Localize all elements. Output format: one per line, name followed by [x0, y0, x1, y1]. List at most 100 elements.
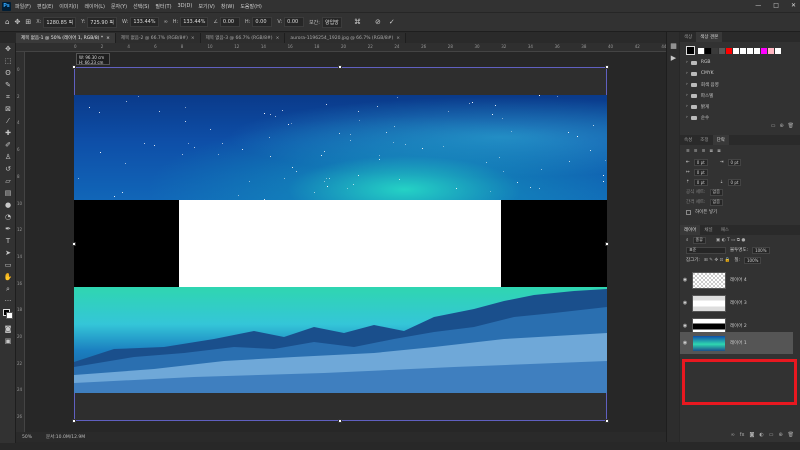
reference-point-icon[interactable]: ⊞	[25, 18, 31, 26]
hyphenate-checkbox[interactable]	[686, 210, 691, 215]
lock-icons[interactable]: ⊞ ✎ ✥ ⊡ 🔒	[704, 258, 730, 263]
close-icon[interactable]: ×	[396, 36, 400, 41]
play-actions-icon[interactable]: ▶	[667, 52, 680, 64]
new-group-icon[interactable]: ▭	[769, 432, 774, 438]
hskew-field[interactable]: 0.00	[252, 17, 272, 27]
x-field[interactable]: 1280.85 픽	[43, 17, 76, 28]
justify-icon[interactable]: ≣	[709, 149, 713, 154]
quick-mask-icon[interactable]: ◙	[0, 323, 16, 335]
ruler-vertical[interactable]: 0 2 4 6 8 10 12 14 16 18 20 22 24 26	[16, 52, 25, 432]
transform-handle-bottom-left[interactable]	[72, 419, 76, 423]
swatch[interactable]	[712, 48, 718, 54]
blend-mode-select[interactable]: 표준	[686, 247, 726, 254]
transform-handle-top-left[interactable]	[72, 65, 76, 69]
swatch-group-light[interactable]: › 밝게	[680, 101, 800, 112]
move-tool-options-icon[interactable]: ✥	[14, 18, 20, 26]
zoom-tool-icon[interactable]: ⌕	[0, 283, 16, 295]
opacity-field[interactable]: 100%	[752, 247, 769, 254]
space-after-field[interactable]: 0 pt	[728, 179, 742, 186]
zoom-level[interactable]: 50%	[22, 435, 32, 440]
shape-tool-icon[interactable]: ▭	[0, 259, 16, 271]
fill-field[interactable]: 100%	[744, 257, 761, 264]
close-button[interactable]: ✕	[791, 2, 796, 9]
tab-paths[interactable]: 패스	[717, 225, 733, 235]
tab-document-4[interactable]: aurora-1196254_1920.jpg @ 66.7% (RGB/8#)…	[285, 33, 406, 43]
warp-icon[interactable]: ⌘	[354, 18, 361, 26]
transform-handle-middle-left[interactable]	[72, 242, 76, 246]
y-field[interactable]: 725.90 픽	[87, 17, 117, 28]
screen-mode-icon[interactable]: ▣	[0, 335, 16, 347]
swatch[interactable]	[775, 48, 781, 54]
layer-kind-select[interactable]: 종류	[693, 237, 706, 244]
transform-handle-top-right[interactable]	[605, 65, 609, 69]
transform-handle-middle-right[interactable]	[605, 242, 609, 246]
menu-edit[interactable]: 편집(E)	[37, 3, 53, 10]
height-field[interactable]: 133.44%	[180, 17, 208, 27]
gradient-tool-icon[interactable]: ▤	[0, 187, 16, 199]
menu-file[interactable]: 파일(F)	[15, 3, 31, 10]
swatch[interactable]	[719, 48, 725, 54]
healing-tool-icon[interactable]: ✚	[0, 127, 16, 139]
tab-channels[interactable]: 채널	[700, 225, 716, 235]
angle-field[interactable]: 0.00	[220, 17, 240, 27]
swatch-group-pure[interactable]: › 순수	[680, 112, 800, 123]
new-swatch-icon[interactable]: ⊕	[779, 123, 783, 132]
new-layer-icon[interactable]: ⊕	[778, 432, 782, 438]
stamp-tool-icon[interactable]: ♙	[0, 151, 16, 163]
swatch-group-pastel[interactable]: › 파스텔	[680, 90, 800, 101]
link-layers-icon[interactable]: ∞	[731, 432, 735, 438]
close-icon[interactable]: ×	[276, 36, 280, 41]
eye-icon[interactable]: ◉	[680, 323, 690, 329]
hand-tool-icon[interactable]: ✋	[0, 271, 16, 283]
swatch[interactable]	[761, 48, 767, 54]
menu-select[interactable]: 선택(S)	[133, 3, 149, 10]
home-icon[interactable]: ⌂	[5, 18, 9, 26]
dodge-tool-icon[interactable]: ◔	[0, 211, 16, 223]
photoshop-logo[interactable]: Ps	[2, 2, 11, 11]
tab-document-3[interactable]: 제목 없음-3 @ 66.7% (RGB/8#) ×	[201, 33, 286, 43]
trash-icon[interactable]: 🗑	[788, 123, 794, 132]
adjustment-icon[interactable]: ◐	[759, 432, 763, 438]
eye-icon[interactable]: ◉	[680, 277, 690, 283]
eye-icon[interactable]: ◉	[680, 300, 690, 306]
align-center-icon[interactable]: ≡	[694, 149, 698, 154]
white-box-layer[interactable]	[179, 200, 501, 287]
formula-set-select[interactable]: 없음	[710, 189, 723, 196]
close-icon[interactable]: ×	[191, 36, 195, 41]
more-tools-icon[interactable]: ···	[0, 295, 16, 307]
menu-filter[interactable]: 필터(T)	[155, 3, 171, 10]
menu-type[interactable]: 문자(Y)	[111, 3, 127, 10]
indent-left-field[interactable]: 0 pt	[694, 159, 708, 166]
space-before-field[interactable]: 0 pt	[694, 179, 708, 186]
blur-tool-icon[interactable]: ●	[0, 199, 16, 211]
transform-handle-top-center[interactable]	[338, 65, 342, 69]
justify-all-icon[interactable]: ≣	[717, 149, 721, 154]
history-brush-icon[interactable]: ↺	[0, 163, 16, 175]
filter-icons[interactable]: ▣ ◐ T ▭ ⧉ ●	[716, 237, 745, 243]
close-icon[interactable]: ×	[106, 36, 110, 41]
eraser-tool-icon[interactable]: ▱	[0, 175, 16, 187]
indent-right-field[interactable]: 0 pt	[728, 159, 742, 166]
layer-row[interactable]: ◉ 레이어 3	[680, 292, 793, 314]
first-line-field[interactable]: 0 pt	[694, 169, 708, 176]
new-group-icon[interactable]: ▭	[771, 123, 776, 132]
type-tool-icon[interactable]: T	[0, 235, 16, 247]
transform-handle-bottom-right[interactable]	[605, 419, 609, 423]
swatch[interactable]	[754, 48, 760, 54]
swatch[interactable]	[768, 48, 774, 54]
swatch[interactable]	[705, 48, 711, 54]
menu-layer[interactable]: 레이어(L)	[84, 3, 105, 10]
frame-tool-icon[interactable]: ⊠	[0, 103, 16, 115]
ruler-horizontal[interactable]: 0 2 4 6 8 10 12 14 16 18 20 22 24 26 28 30 32 34 36 38 40 42 4…	[16, 43, 666, 52]
minimize-button[interactable]: —	[755, 2, 761, 9]
swatch-group-rgb[interactable]: › RGB	[680, 57, 800, 68]
crop-tool-icon[interactable]: ⌗	[0, 91, 16, 103]
move-tool-icon[interactable]: ✥	[0, 43, 16, 55]
transform-handle-bottom-center[interactable]	[338, 419, 342, 423]
menu-view[interactable]: 보기(V)	[198, 3, 215, 10]
menu-window[interactable]: 창(W)	[221, 3, 234, 10]
link-icon[interactable]: ∞	[164, 19, 168, 25]
layer-row-selected[interactable]: ◉ 레이어 1	[680, 332, 793, 354]
trash-icon[interactable]: 🗑	[788, 432, 794, 438]
align-left-icon[interactable]: ≡	[686, 149, 690, 154]
